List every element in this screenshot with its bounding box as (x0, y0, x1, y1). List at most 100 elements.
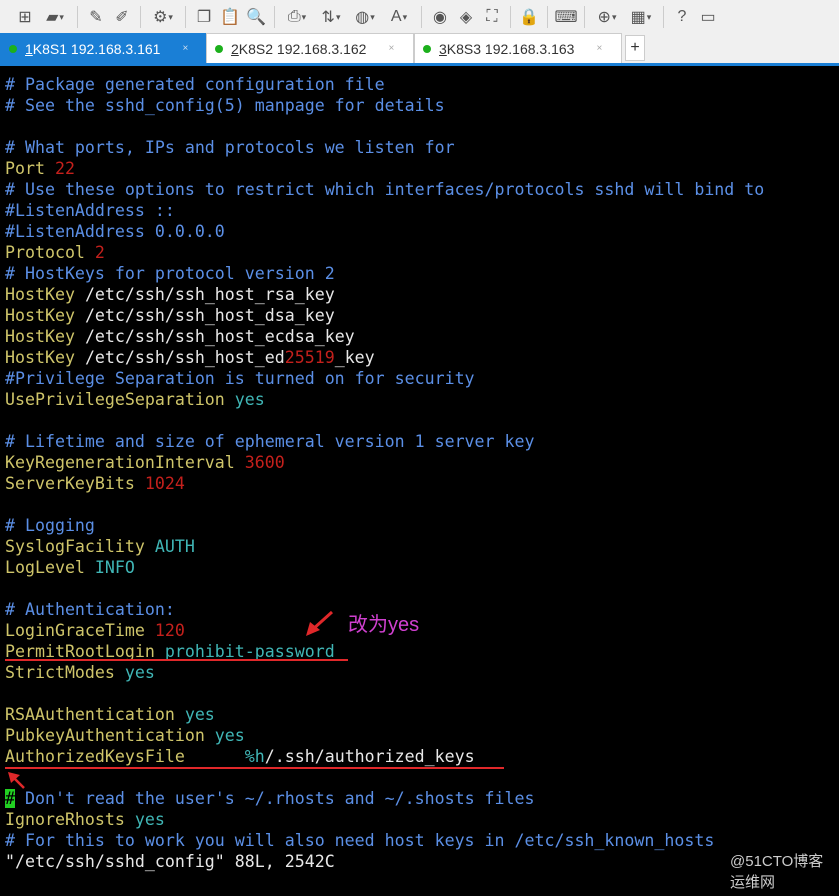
connect-icon[interactable]: ✎ (85, 6, 107, 28)
new-tab-icon[interactable]: ⊕ (592, 6, 622, 28)
toolbar-separator (274, 6, 275, 28)
tab-k8s2[interactable]: 2 K8S2 192.168.3.162 × (206, 33, 414, 63)
terminal-text: LoginGraceTime (5, 621, 155, 640)
tab-label: K8S2 192.168.3.162 (238, 40, 367, 57)
lock-icon[interactable]: 🔒 (518, 6, 540, 28)
terminal-text: yes (124, 663, 155, 682)
tab-k8s3[interactable]: 3 K8S3 192.168.3.163 × (414, 33, 622, 63)
terminal-text: # Package generated configuration file (5, 75, 385, 94)
font-icon[interactable]: A (384, 6, 414, 28)
fullscreen-icon[interactable]: ⛶ (481, 6, 503, 28)
underline-permitrootlogin (5, 659, 348, 661)
new-session-icon[interactable]: ⊞ (14, 6, 36, 28)
terminal-text: yes (134, 810, 165, 829)
terminal-text: PubkeyAuthentication (5, 726, 215, 745)
terminal-line: # See the sshd_config(5) manpage for det… (5, 95, 764, 116)
toolbar-separator (663, 6, 664, 28)
terminal-line: HostKey /etc/ssh/ssh_host_ed25519_key (5, 347, 764, 368)
terminal-line: # For this to work you will also need ho… (5, 830, 764, 851)
terminal-line: # Lifetime and size of ephemeral version… (5, 431, 764, 452)
terminal-text: # Authentication: (5, 600, 175, 619)
terminal-text: 120 (154, 621, 185, 640)
terminal-line: KeyRegenerationInterval 3600 (5, 452, 764, 473)
terminal-line: Protocol 2 (5, 242, 764, 263)
terminal-line: #Privilege Separation is turned on for s… (5, 368, 764, 389)
terminal-line: "/etc/ssh/sshd_config" 88L, 2542C (5, 851, 764, 872)
annotation-note: 改为yes (348, 614, 420, 636)
tab-label: K8S1 192.168.3.161 (32, 40, 161, 57)
layout-icon[interactable]: ▦ (626, 6, 656, 28)
terminal-text: # Use these options to restrict which in… (5, 180, 765, 199)
terminal-line: Port 22 (5, 158, 764, 179)
terminal-text: SyslogFacility (5, 537, 155, 556)
terminal-line: AuthorizedKeysFile %h/.ssh/authorized_ke… (5, 746, 764, 767)
tab-number: 2 (231, 40, 239, 57)
terminal-text: StrictModes (5, 663, 125, 682)
terminal[interactable]: # Package generated configuration file # … (5, 74, 764, 872)
status-dot-icon (215, 44, 223, 53)
terminal-text: RSAAuthentication (5, 705, 185, 724)
terminal-text: yes (234, 390, 265, 409)
xftp-icon[interactable]: ◉ (429, 6, 451, 28)
terminal-text: Don't read the user's ~/.rhosts and ~/.s… (15, 789, 535, 808)
terminal-text: HostKey (5, 285, 85, 304)
session-settings-icon[interactable]: ⚙ (148, 6, 178, 28)
terminal-line: HostKey /etc/ssh/ssh_host_rsa_key (5, 284, 764, 305)
tab-k8s1[interactable]: 1 K8S1 192.168.3.161 × (0, 33, 206, 63)
status-dot-icon (9, 44, 17, 53)
terminal-line: IgnoreRhosts yes (5, 809, 764, 830)
terminal-text: yes (184, 705, 215, 724)
terminal-line: UsePrivilegeSeparation yes (5, 389, 764, 410)
tab-label: K8S3 192.168.3.163 (446, 40, 575, 57)
terminal-text: /etc/ssh/ssh_host_rsa_key (84, 285, 335, 304)
terminal-line: #ListenAddress 0.0.0.0 (5, 221, 764, 242)
terminal-line: HostKey /etc/ssh/ssh_host_dsa_key (5, 305, 764, 326)
toolbar-separator (140, 6, 141, 28)
terminal-line: HostKey /etc/ssh/ssh_host_ecdsa_key (5, 326, 764, 347)
terminal-text: Protocol (5, 243, 95, 262)
terminal-text: #ListenAddress 0.0.0.0 (5, 222, 225, 241)
help-icon[interactable]: ? (671, 6, 693, 28)
paste-icon[interactable]: 📋 (219, 6, 241, 28)
terminal-text: 3600 (244, 453, 285, 472)
disconnect-icon[interactable]: ✐ (111, 6, 133, 28)
keyboard-icon[interactable]: ⌨ (554, 6, 577, 28)
terminal-text: HostKey (5, 327, 85, 346)
terminal-text: %h (244, 747, 265, 766)
terminal-line: PubkeyAuthentication yes (5, 725, 764, 746)
copy-icon[interactable]: ❐ (193, 6, 215, 28)
terminal-text: 1024 (144, 474, 185, 493)
terminal-text: AuthorizedKeysFile (5, 747, 245, 766)
add-tab-button[interactable]: + (625, 35, 645, 61)
terminal-text: IgnoreRhosts (5, 810, 135, 829)
chat-icon[interactable]: ▭ (697, 6, 719, 28)
arrow-icon (8, 772, 25, 789)
terminal-text: /.ssh/authorized_keys (264, 747, 475, 766)
terminal-text: #Privilege Separation is turned on for s… (5, 369, 475, 388)
status-dot-icon (423, 44, 431, 53)
terminal-text: /etc/ssh/ssh_host_ecdsa_key (84, 327, 355, 346)
terminal-text: HostKey (5, 348, 85, 367)
terminal-line: # Logging (5, 515, 764, 536)
globe-icon[interactable]: ◍ (350, 6, 380, 28)
close-icon[interactable]: × (182, 43, 188, 54)
xagent-icon[interactable]: ◈ (455, 6, 477, 28)
find-icon[interactable]: 🔍 (245, 6, 267, 28)
toolbar: ⊞▰ ✎✐ ⚙ ❐📋🔍 ⎙⇅◍A ◉◈⛶ 🔒 ⌨ ⊕▦?▭ (0, 0, 839, 34)
close-icon[interactable]: × (596, 43, 602, 54)
terminal-text: /etc/ssh/ssh_host_dsa_key (84, 306, 335, 325)
transfer-icon[interactable]: ⇅ (316, 6, 346, 28)
open-folder-icon[interactable]: ▰ (40, 6, 70, 28)
terminal-text: LogLevel (5, 558, 95, 577)
print-icon[interactable]: ⎙ (282, 6, 312, 28)
toolbar-separator (584, 6, 585, 28)
terminal-text: UsePrivilegeSeparation (5, 390, 235, 409)
terminal-line: # Package generated configuration file (5, 74, 764, 95)
terminal-text: _key (334, 348, 375, 367)
terminal-text: #ListenAddress :: (5, 201, 175, 220)
close-icon[interactable]: × (388, 43, 394, 54)
terminal-text: # See the sshd_config(5) manpage for det… (5, 96, 445, 115)
